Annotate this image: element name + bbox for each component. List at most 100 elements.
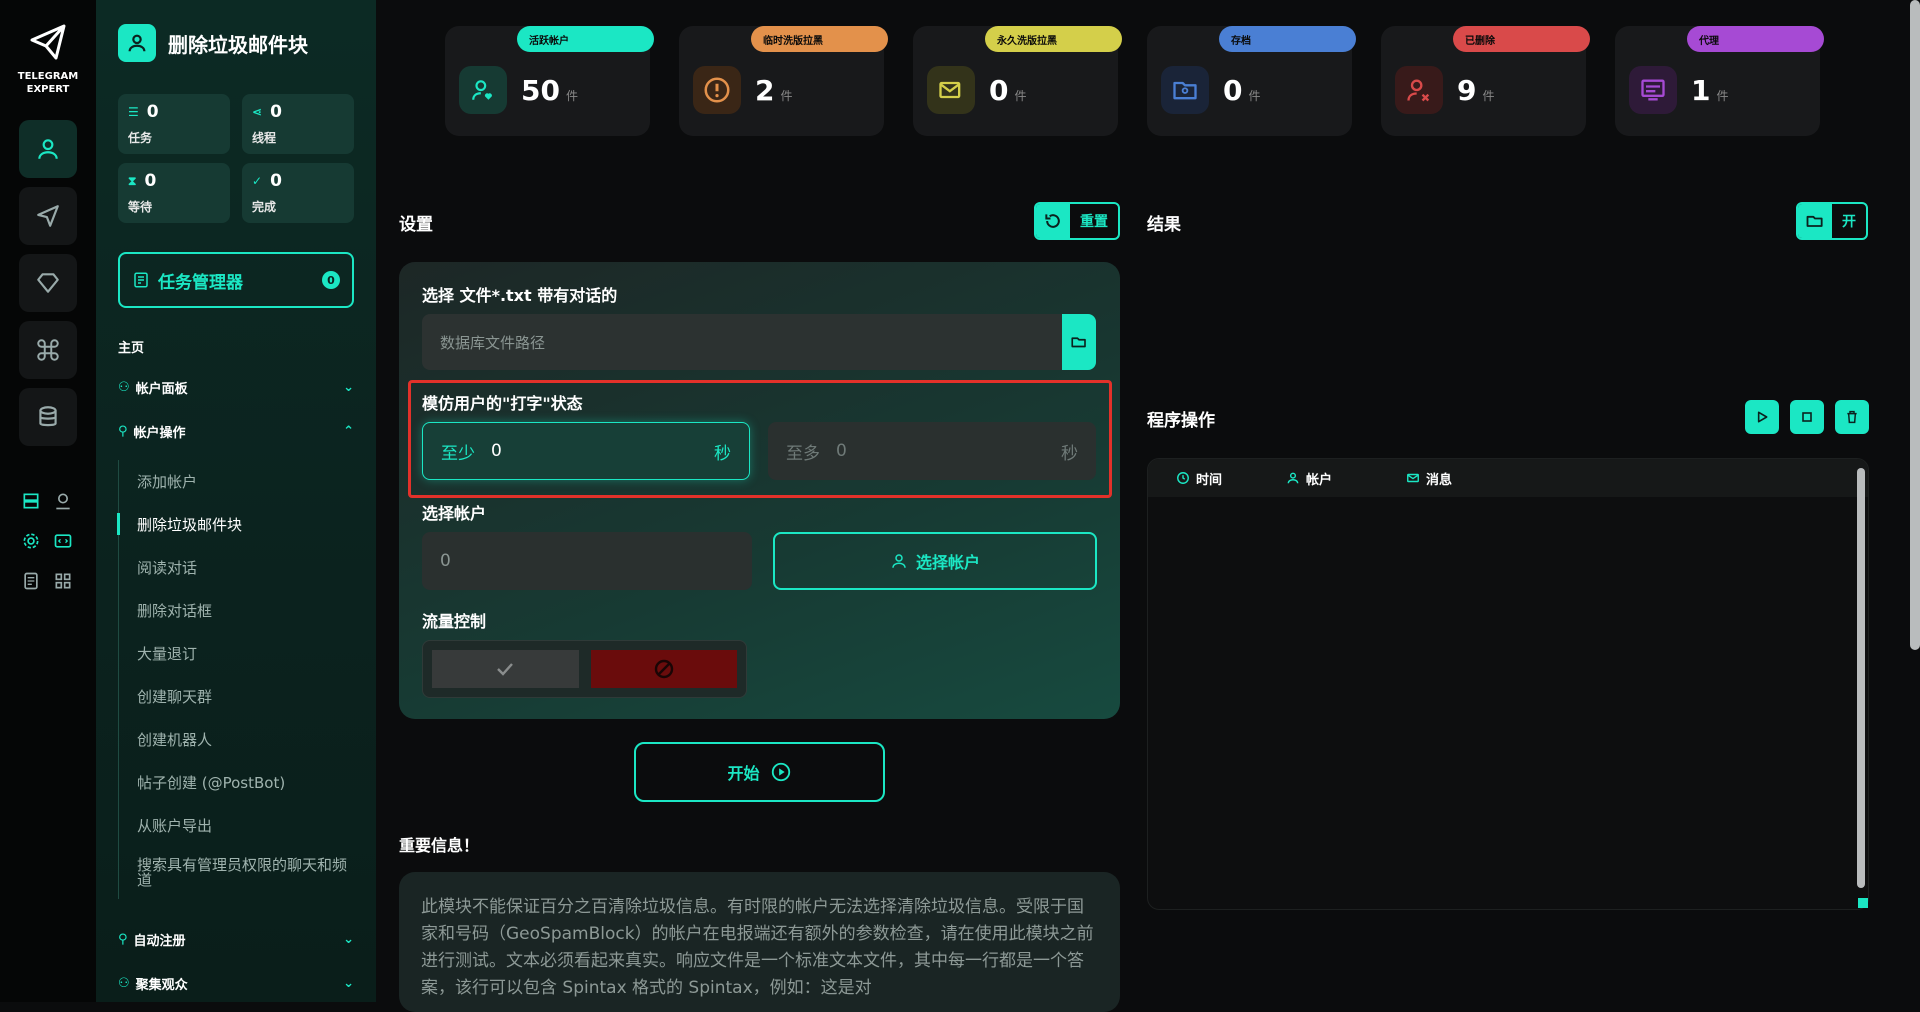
clock-icon [1177, 472, 1189, 484]
subnav-create-group[interactable]: 创建聊天群 [119, 675, 354, 718]
rail-command-button[interactable] [19, 321, 77, 379]
stat-done-label: 完成 [252, 200, 277, 214]
results-title: 结果 [1147, 215, 1181, 235]
chevron-down-icon: ⌄ [343, 380, 354, 395]
threads-icon: ⋖ [252, 105, 263, 119]
trash-icon [1847, 410, 1857, 424]
card-label: 存档 [1219, 26, 1356, 52]
task-manager-icon [134, 272, 148, 288]
group-auto-register[interactable]: ⚲ 自动注册 ⌄ [118, 930, 354, 949]
start-button[interactable]: 开始 [634, 742, 885, 802]
sidebar: 删除垃圾邮件块 ☰ 0 任务 ⋖ 0 线程 ⧗ 0 等待 ✓ 0 完成 任务管理器 0 … [96, 0, 376, 1002]
subnav-export[interactable]: 从账户导出 [119, 804, 354, 847]
check-icon [497, 663, 514, 676]
group-audience-label: 聚集观众 [135, 978, 188, 993]
min-value: 0 [491, 441, 502, 461]
subnav-create-bot[interactable]: 创建机器人 [119, 718, 354, 761]
card-proxy[interactable]: 代理 1件 [1615, 26, 1824, 136]
file-path-placeholder: 数据库文件路径 [440, 333, 546, 352]
card-unit: 件 [1482, 89, 1495, 103]
logo-line2: EXPERT [26, 84, 70, 95]
rail-accounts-button[interactable] [19, 120, 77, 178]
account-label: 选择帐户 [422, 504, 487, 523]
select-account-button[interactable]: 选择帐户 [773, 532, 1097, 590]
account-count-input[interactable]: 0 [422, 532, 752, 590]
subnav-delete-dialogs[interactable]: 删除对话框 [119, 589, 354, 632]
rail-database-button[interactable] [19, 388, 77, 446]
document-icon[interactable] [18, 568, 44, 594]
stat-threads-value: 0 [270, 102, 282, 122]
open-folder-button[interactable]: 开 [1796, 202, 1868, 240]
min-label: 至少 [441, 443, 475, 464]
page-scrollbar[interactable] [1910, 0, 1920, 650]
mail-icon [1407, 473, 1419, 483]
col-time-label: 时间 [1196, 472, 1223, 488]
subnav-add-account[interactable]: 添加帐户 [119, 460, 354, 503]
subnav-remove-spamblock[interactable]: 删除垃圾邮件块 [117, 503, 354, 546]
list-server-icon[interactable] [18, 488, 44, 514]
user-heart-icon [459, 66, 507, 114]
max-value: 0 [836, 441, 847, 461]
subnav-read-dialogs[interactable]: 阅读对话 [119, 546, 354, 589]
check-circle-icon: ✓ [252, 174, 263, 188]
open-label: 开 [1842, 214, 1856, 230]
resize-handle[interactable] [1858, 898, 1868, 908]
file-path-input[interactable]: 数据库文件路径 [422, 314, 1096, 370]
user-icon [38, 139, 58, 159]
reset-label: 重置 [1080, 214, 1108, 230]
run-button[interactable] [1745, 400, 1779, 434]
card-archive[interactable]: 存档 0件 [1147, 26, 1356, 136]
reset-button[interactable]: 重置 [1034, 202, 1120, 240]
card-label: 已删除 [1453, 26, 1590, 52]
important-text: 此模块不能保证百分之百清除垃圾信息。有时限的帐户无法选择清除垃圾信息。受限于国家… [399, 872, 1120, 1012]
code-window-icon[interactable] [50, 528, 76, 554]
col-time: 时间 [1176, 469, 1222, 488]
tasks-icon: ☰ [128, 105, 139, 119]
icon-rail: TELEGRAM EXPERT [0, 0, 96, 1002]
stop-button[interactable] [1790, 400, 1824, 434]
min-unit: 秒 [714, 443, 731, 464]
flow-disable-button[interactable] [590, 650, 737, 688]
play-circle-icon [771, 762, 790, 782]
settings-gear-icon[interactable] [18, 528, 44, 554]
logo-line1: TELEGRAM [17, 71, 79, 82]
settings-panel: 选择 文件*.txt 带有对话的 数据库文件路径 模仿用户的"打字"状态 至少 … [399, 262, 1120, 719]
group-auto-register-label: 自动注册 [133, 934, 186, 949]
clear-log-button[interactable] [1835, 400, 1869, 434]
apps-grid-icon[interactable] [50, 568, 76, 594]
card-temp-spamblock[interactable]: 临时洗版拉黑 2件 [679, 26, 888, 136]
stat-tasks-value: 0 [146, 102, 159, 122]
card-deleted[interactable]: 已删除 9件 [1381, 26, 1590, 136]
card-unit: 件 [1716, 89, 1729, 103]
user-location-icon[interactable] [50, 488, 76, 514]
min-seconds-input[interactable]: 至少 0 秒 [422, 422, 750, 480]
task-manager-button[interactable]: 任务管理器 0 [118, 252, 354, 308]
col-message: 消息 [1406, 469, 1452, 488]
group-audience[interactable]: ⚇ 聚集观众 ⌄ [118, 974, 354, 993]
chevron-down-icon: ⌄ [343, 932, 354, 947]
subnav-mass-unsubscribe[interactable]: 大量退订 [119, 632, 354, 675]
card-active-accounts[interactable]: 活跃帐户 50 件 [445, 26, 654, 136]
rail-diamond-button[interactable] [19, 254, 77, 312]
card-perm-spamblock[interactable]: 永久洗版拉黑 0件 [913, 26, 1122, 136]
browse-folder-button[interactable] [1062, 314, 1096, 370]
card-value: 1 [1691, 74, 1711, 107]
subnav-post-create[interactable]: 帖子创建 (@PostBot) [119, 761, 354, 804]
group-accounts-panel[interactable]: ⚇ 帐户面板 ⌄ [118, 378, 354, 397]
log-header: 时间 帐户 消息 [1148, 459, 1868, 497]
chevron-down-icon: ⌄ [343, 976, 354, 991]
group-account-ops[interactable]: ⚲ 帐户操作 ⌃ [118, 422, 354, 441]
card-unit: 件 [780, 89, 793, 103]
log-scrollbar[interactable] [1857, 468, 1865, 888]
max-label: 至多 [786, 443, 820, 464]
task-manager-label: 任务管理器 [158, 272, 243, 293]
flow-enable-button[interactable] [432, 650, 579, 688]
rail-send-button[interactable] [19, 187, 77, 245]
start-label: 开始 [727, 764, 760, 783]
flow-control-label: 流量控制 [422, 612, 487, 631]
warning-icon [693, 66, 741, 114]
max-seconds-input[interactable]: 至多 0 秒 [768, 422, 1096, 480]
subnav-search-admin-chats[interactable]: 搜索具有管理员权限的聊天和频道 [119, 847, 354, 899]
log-table: 时间 帐户 消息 [1147, 458, 1869, 910]
task-manager-count: 0 [322, 271, 340, 289]
